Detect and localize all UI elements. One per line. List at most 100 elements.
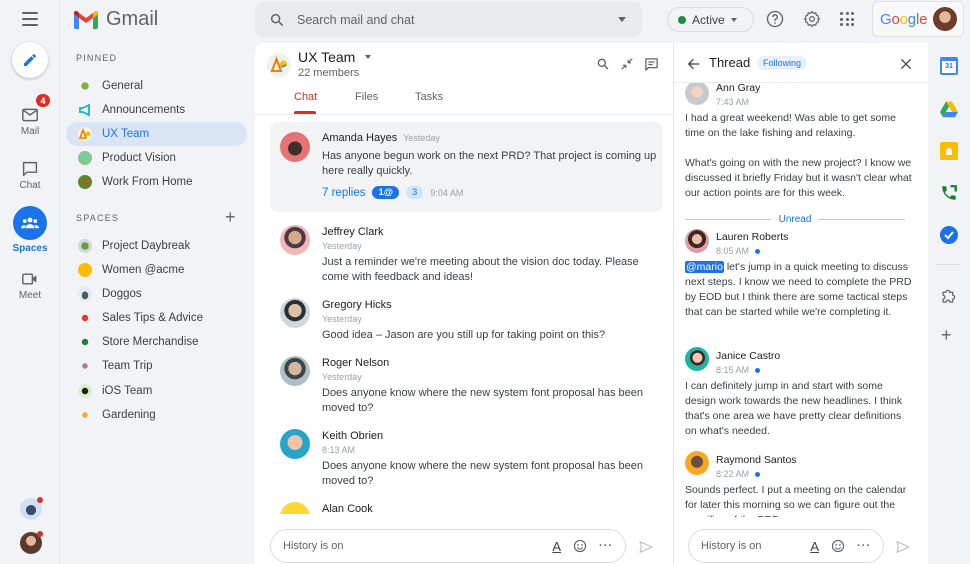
quick-space-avatar[interactable] (20, 497, 43, 520)
emoji-icon[interactable] (831, 539, 845, 553)
quick-dm-avatar[interactable] (20, 531, 43, 554)
unread-dot (755, 368, 761, 374)
watermelon-icon (78, 311, 92, 325)
nav-item-project-daybreak[interactable]: Project Daybreak (66, 234, 247, 258)
google-account-button[interactable]: Google (872, 1, 964, 37)
women-acme-space-icon (78, 263, 92, 277)
message-input[interactable]: History is on (283, 540, 552, 552)
nav-item-label: Project Daybreak (102, 240, 191, 252)
thread-card[interactable]: Amanda Hayes Yesteday Has anyone begun w… (270, 122, 663, 212)
nav-item-general[interactable]: General (66, 74, 247, 98)
tab-label: Files (355, 91, 379, 103)
message-text: I can definitely jump in and start with … (685, 380, 903, 437)
sender-name: Jeffrey Clark (322, 226, 384, 238)
gmail-logo[interactable]: Gmail (74, 8, 158, 31)
rail-meet[interactable]: Meet (0, 268, 60, 301)
threads-icon[interactable] (644, 57, 659, 72)
back-arrow-icon[interactable] (687, 57, 701, 71)
emoji-icon[interactable] (573, 539, 587, 553)
nav-item-sales-tips[interactable]: Sales Tips & Advice (66, 306, 247, 330)
close-icon[interactable] (899, 57, 913, 71)
app-name: Gmail (106, 8, 159, 30)
sender-name: Raymond Santos (716, 454, 797, 466)
tasks-app-icon[interactable] (940, 226, 958, 244)
status-label: Active (692, 12, 725, 27)
nav-item-ios-team[interactable]: iOS Team (66, 379, 247, 403)
tab-chat[interactable]: Chat (294, 91, 317, 103)
rail-mail[interactable]: Mail (0, 104, 60, 137)
unread-divider: Unread (685, 214, 905, 225)
nav-item-announcements[interactable]: Announcements (66, 98, 247, 122)
member-count[interactable]: 22 members (298, 67, 359, 79)
format-text-icon[interactable]: A (552, 539, 561, 554)
time-text: 8:15 AM (716, 365, 750, 375)
nav-item-team-trip[interactable]: Team Trip (66, 354, 247, 378)
composer-placeholder: History is on (701, 540, 762, 552)
keep-app-icon[interactable] (940, 142, 958, 160)
thread-header-divider (674, 82, 928, 83)
status-dot (678, 15, 686, 24)
lightbulb-icon (946, 147, 952, 155)
apps-grid-icon[interactable] (840, 12, 854, 26)
search-input[interactable]: Search mail and chat (297, 13, 618, 27)
nav-item-work-from-home[interactable]: Work From Home (66, 170, 247, 194)
sender-name: Amanda Hayes (322, 132, 398, 144)
search-in-space-icon[interactable] (596, 57, 610, 71)
send-icon[interactable] (638, 539, 654, 555)
space-title-button[interactable]: UX Team (298, 49, 372, 65)
add-app-plus-icon[interactable]: + (941, 326, 952, 344)
nav-item-store-merchandise[interactable]: Store Merchandise (66, 330, 247, 354)
megaphone-icon (78, 103, 92, 117)
main-menu-icon[interactable] (22, 12, 38, 26)
unread-dot (37, 531, 43, 537)
tab-files[interactable]: Files (355, 91, 378, 103)
settings-button[interactable] (803, 10, 821, 33)
nav-item-gardening[interactable]: Gardening (66, 403, 247, 427)
user-avatar (685, 229, 709, 253)
sender-name: Alan Cook (322, 503, 373, 514)
reply-input[interactable]: History is on (701, 540, 810, 552)
more-options-icon[interactable]: ··· (857, 540, 871, 552)
tab-tasks[interactable]: Tasks (415, 91, 443, 103)
collapse-arrows-icon[interactable] (620, 57, 634, 71)
add-space-plus-icon[interactable]: + (225, 208, 236, 226)
more-options-icon[interactable]: ··· (599, 540, 613, 552)
rail-chat[interactable]: Chat (0, 158, 60, 191)
ux-team-avatar (267, 53, 291, 77)
rail-spaces-label: Spaces (12, 243, 48, 254)
mention-chip[interactable]: @mario (685, 261, 724, 273)
message-time: 8:15 AM (716, 365, 761, 375)
drive-app-icon[interactable] (940, 100, 958, 118)
tab-label: Tasks (415, 91, 444, 103)
help-button[interactable] (766, 10, 784, 33)
account-avatar (933, 7, 958, 31)
nav-item-doggos[interactable]: Doggos (66, 282, 247, 306)
message-time: Yesterday (322, 372, 362, 382)
send-icon[interactable] (895, 539, 911, 555)
nav-item-ux-team[interactable]: UX Team (66, 122, 247, 146)
calendar-app-icon[interactable]: 31 (940, 57, 958, 75)
time-text: 8:22 AM (716, 469, 750, 479)
ios-team-space-icon (78, 384, 92, 398)
nav-item-women-acme[interactable]: Women @acme (66, 258, 247, 282)
compose-button[interactable] (12, 42, 48, 78)
status-selector[interactable]: Active (667, 7, 754, 32)
unread-label: Unread (778, 214, 812, 225)
replies-link[interactable]: 7 replies (322, 187, 365, 199)
voice-app-icon[interactable] (940, 184, 958, 202)
search-bar[interactable]: Search mail and chat (255, 2, 642, 37)
composer-placeholder: History is on (283, 540, 344, 552)
search-options-dropdown-icon[interactable] (618, 17, 626, 22)
format-text-icon[interactable]: A (810, 539, 819, 554)
following-chip[interactable]: Following (757, 56, 808, 70)
rail-spaces[interactable]: Spaces (0, 206, 60, 254)
message-composer[interactable]: History is on A ··· (270, 529, 626, 563)
user-avatar (280, 356, 310, 386)
reply-composer[interactable]: History is on A ··· (688, 529, 884, 563)
message-text: What's going on with the new project? I … (685, 157, 912, 199)
header-divider (255, 114, 673, 115)
message-time: 8:13 AM (322, 445, 356, 455)
get-addons-puzzle-icon[interactable] (940, 287, 958, 305)
space-title: UX Team (298, 49, 356, 65)
nav-item-product-vision[interactable]: Product Vision (66, 146, 247, 170)
